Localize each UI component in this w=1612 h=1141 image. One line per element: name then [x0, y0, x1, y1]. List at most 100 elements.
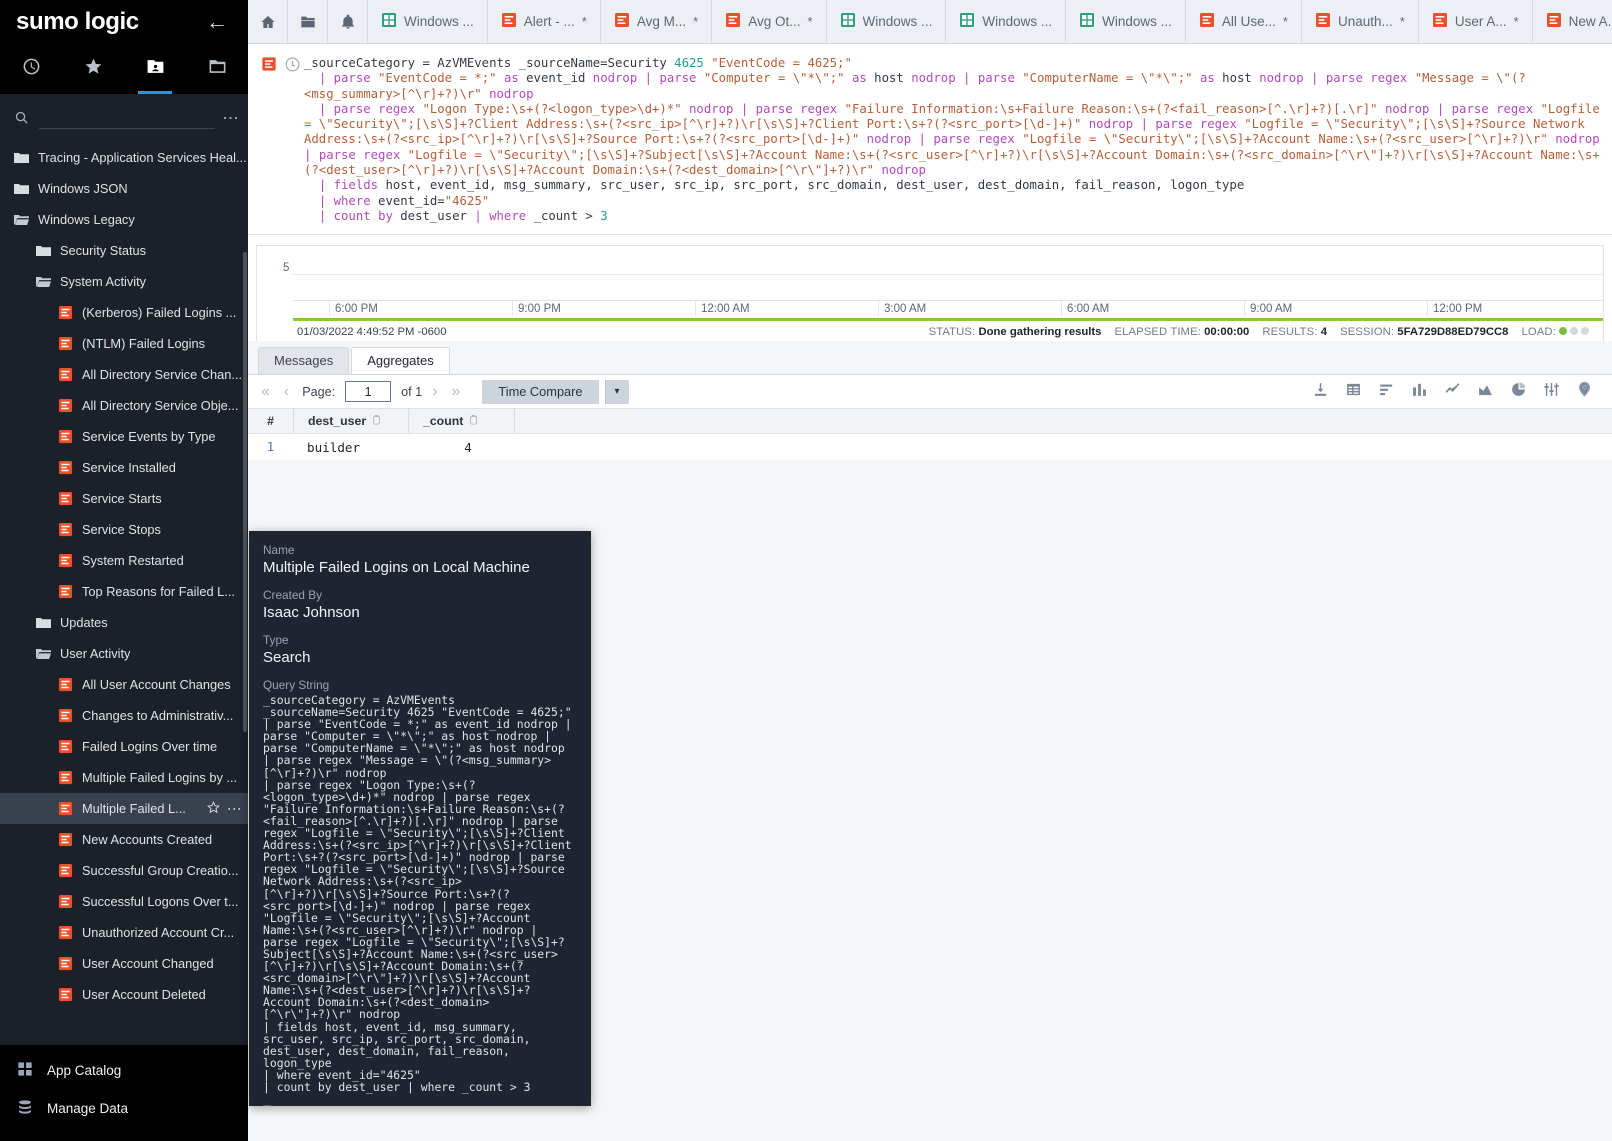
history-clock-icon[interactable] — [284, 56, 301, 73]
sidebar-overflow-menu-icon[interactable]: ⋮ — [222, 110, 239, 125]
tree-item-search[interactable]: Multiple Failed Logins by ... — [0, 762, 248, 793]
column-header-filler — [514, 408, 1612, 435]
map-pin-icon[interactable] — [1576, 381, 1593, 403]
row-overflow-menu-icon[interactable]: ⋮ — [227, 802, 243, 815]
tree-item-search[interactable]: Failed Logins Over time — [0, 731, 248, 762]
tree-item-search[interactable]: Successful Logons Over t... — [0, 886, 248, 917]
time-compare-button[interactable]: Time Compare — [482, 379, 599, 404]
export-download-icon[interactable] — [1312, 381, 1329, 403]
folder-icon[interactable] — [288, 0, 328, 43]
browser-tab[interactable]: Windows ... — [946, 0, 1067, 43]
settings-sliders-icon[interactable] — [1543, 381, 1560, 403]
area-chart-icon[interactable] — [1477, 381, 1494, 403]
tree-item-search[interactable]: (NTLM) Failed Logins — [0, 328, 248, 359]
bell-icon[interactable] — [328, 0, 368, 43]
copy-icon[interactable] — [468, 414, 479, 429]
arrow-left-icon[interactable]: ← — [202, 9, 232, 35]
search-doc-icon — [725, 12, 741, 31]
sidebar-scrollbar[interactable] — [243, 252, 247, 732]
copy-icon[interactable] — [371, 414, 382, 429]
sidebar-tab-favorites[interactable] — [62, 44, 124, 94]
sidebar-item-manage-data[interactable]: Manage Data — [0, 1089, 248, 1127]
query-text[interactable]: _sourceCategory = AzVMEvents _sourceName… — [304, 56, 1612, 224]
tree-item-search[interactable]: Changes to Administrativ... — [0, 700, 248, 731]
search-doc-icon[interactable] — [261, 56, 277, 73]
load-indicator — [1559, 327, 1589, 336]
page-input[interactable] — [345, 381, 392, 403]
tree-item-folder[interactable]: Updates — [0, 607, 248, 638]
search-doc-icon — [58, 925, 73, 940]
tree-item-search[interactable]: Service Events by Type — [0, 421, 248, 452]
pie-chart-icon[interactable] — [1510, 381, 1527, 403]
tree-item-search[interactable]: System Restarted — [0, 545, 248, 576]
tree-item-folder[interactable]: Security Status — [0, 235, 248, 266]
browser-tab[interactable]: Avg Ot... * — [712, 0, 827, 43]
last-page-icon[interactable]: » — [448, 383, 465, 401]
browser-tab[interactable]: Avg M... * — [601, 0, 713, 43]
browser-tab[interactable]: Unauth... * — [1302, 0, 1419, 43]
tree-item-search[interactable]: Multiple Failed L... ⋮ — [0, 793, 248, 824]
line-chart-icon[interactable] — [1444, 381, 1461, 403]
browser-tab[interactable]: Alert - ... * — [488, 0, 601, 43]
tree-item-search[interactable]: Top Reasons for Failed L... — [0, 576, 248, 607]
tree-item-search[interactable]: All Directory Service Obje... — [0, 390, 248, 421]
sidebar-item-app-catalog[interactable]: App Catalog — [0, 1051, 248, 1089]
chevron-down-icon[interactable]: ▾ — [604, 379, 629, 404]
browser-tab[interactable]: New A... — [1533, 0, 1612, 43]
tooltip-created-by-value: Isaac Johnson — [263, 604, 360, 621]
status-value: Done gathering results — [978, 326, 1102, 339]
browser-tab[interactable]: Windows ... — [368, 0, 488, 43]
home-icon[interactable] — [248, 0, 288, 43]
horizontal-bar-chart-icon[interactable] — [1378, 381, 1395, 403]
tree-item-search[interactable]: Successful Group Creatio... — [0, 855, 248, 886]
search-doc-icon — [58, 832, 73, 847]
tree-item-label: Windows Legacy — [38, 212, 135, 227]
unsaved-indicator: * — [807, 14, 813, 29]
next-page-icon[interactable]: › — [428, 383, 441, 401]
tree-item-search[interactable]: Service Starts — [0, 483, 248, 514]
tree-item-folder[interactable]: System Activity — [0, 266, 248, 297]
search-doc-icon — [58, 553, 73, 568]
tree-item-search[interactable]: Service Installed — [0, 452, 248, 483]
tree-item-folder[interactable]: Tracing - Application Services Heal... — [0, 142, 248, 173]
tree-item-search[interactable]: User Account Deleted — [0, 979, 248, 1010]
tree-item-folder[interactable]: User Activity — [0, 638, 248, 669]
search-doc-icon — [1432, 12, 1448, 31]
query-editor[interactable]: _sourceCategory = AzVMEvents _sourceName… — [248, 44, 1612, 236]
browser-tab[interactable]: User A... * — [1419, 0, 1533, 43]
tree-item-label: (Kerberos) Failed Logins ... — [82, 305, 237, 320]
sidebar-tab-recent[interactable] — [0, 44, 62, 94]
table-view-icon[interactable] — [1345, 381, 1362, 403]
tab-messages[interactable]: Messages — [258, 347, 350, 375]
tab-label: All Use... — [1221, 14, 1276, 29]
sidebar-tab-library[interactable] — [186, 44, 248, 94]
tree-item-search[interactable]: User Account Changed — [0, 948, 248, 979]
star-icon[interactable] — [206, 800, 221, 818]
tree-item-label: Changes to Administrativ... — [82, 708, 234, 723]
histogram-chart[interactable]: 5 6:00 PM 9:00 PM 12:00 AM 3:00 AM 6:00 AM 9:… — [256, 245, 1604, 342]
tree-item-folder[interactable]: Windows Legacy — [0, 204, 248, 235]
column-chart-icon[interactable] — [1411, 381, 1428, 403]
column-header-count[interactable]: _count — [408, 408, 514, 435]
cell-dest-user: builder — [307, 439, 361, 455]
tree-item-search[interactable]: Unauthorized Account Cr... — [0, 917, 248, 948]
prev-page-icon[interactable]: ‹ — [280, 383, 293, 401]
tree-item-search[interactable]: All Directory Service Chan... — [0, 359, 248, 390]
column-header-dest-user[interactable]: dest_user — [293, 408, 408, 435]
first-page-icon[interactable]: « — [257, 383, 274, 401]
tree-item-search[interactable]: Service Stops — [0, 514, 248, 545]
browser-tab[interactable]: Windows ... — [1066, 0, 1186, 43]
browser-tab[interactable]: Windows ... — [827, 0, 947, 43]
sidebar-tab-personal[interactable] — [124, 44, 186, 94]
tab-label: User A... — [1454, 14, 1507, 29]
tree-item-search[interactable]: New Accounts Created — [0, 824, 248, 855]
tab-aggregates[interactable]: Aggregates — [351, 347, 450, 375]
table-row[interactable]: 1 builder 4 — [248, 434, 1612, 460]
search-start-time: 01/03/2022 4:49:52 PM -0600 — [297, 326, 447, 339]
sidebar-search-input[interactable] — [39, 105, 215, 129]
tree-item-search[interactable]: All User Account Changes — [0, 669, 248, 700]
browser-tab[interactable]: All Use... * — [1186, 0, 1302, 43]
tree-item-label: User Account Deleted — [82, 987, 206, 1002]
tree-item-search[interactable]: (Kerberos) Failed Logins ... — [0, 297, 248, 328]
tree-item-folder[interactable]: Windows JSON — [0, 173, 248, 204]
